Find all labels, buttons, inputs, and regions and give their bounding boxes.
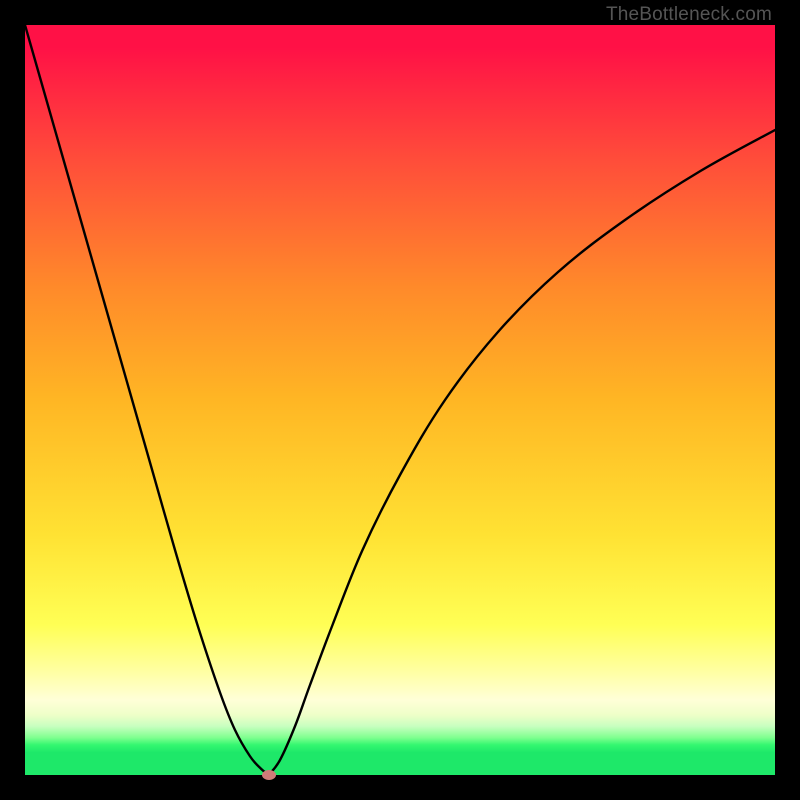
watermark-text: TheBottleneck.com — [606, 4, 772, 26]
curve-left-branch — [25, 25, 269, 775]
minimum-marker — [262, 770, 276, 780]
chart-plot-area — [25, 25, 775, 775]
chart-svg — [25, 25, 775, 775]
curve-right-branch — [269, 130, 775, 775]
